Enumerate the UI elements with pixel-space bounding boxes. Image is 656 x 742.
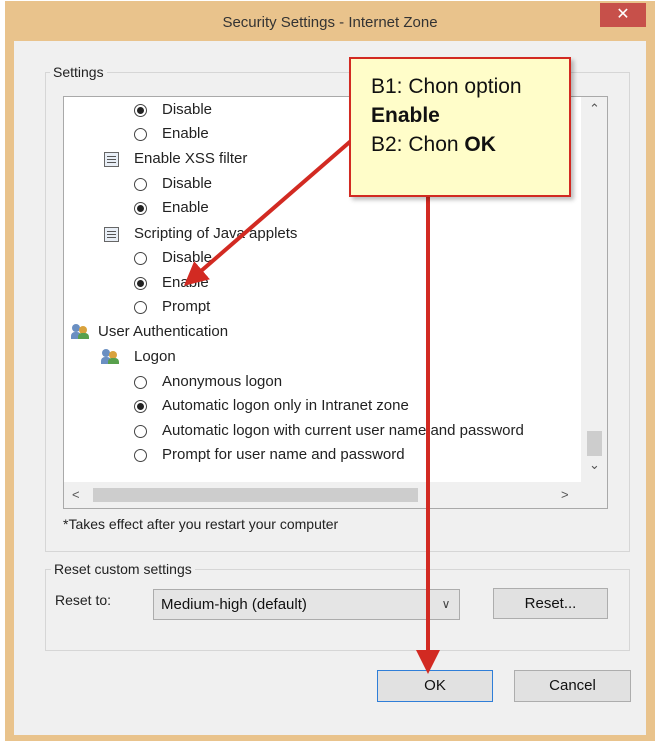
horizontal-scrollbar[interactable]: < > <box>64 482 583 508</box>
option-label: Automatic logon with current user name a… <box>162 422 524 439</box>
reset-group-label: Reset custom settings <box>51 561 195 577</box>
chevron-up-icon[interactable]: ⌃ <box>589 101 600 117</box>
chevron-right-icon[interactable]: > <box>561 487 569 502</box>
radio-button[interactable] <box>134 178 147 191</box>
close-button[interactable]: ✕ <box>600 3 646 27</box>
reset-to-label: Reset to: <box>55 592 112 608</box>
vertical-scrollbar[interactable]: ⌃ ⌄ <box>581 97 607 483</box>
callout-line-3: B2: Chon OK <box>371 130 569 159</box>
setting-heading: Scripting of Java applets <box>134 225 298 242</box>
option-label: Enable <box>162 125 209 142</box>
settings-group-label: Settings <box>50 64 107 80</box>
chevron-down-icon[interactable]: ⌄ <box>589 457 600 473</box>
reset-button[interactable]: Reset... <box>493 588 608 619</box>
radio-button[interactable] <box>134 277 147 290</box>
radio-button[interactable] <box>134 425 147 438</box>
radio-button[interactable] <box>134 376 147 389</box>
radio-button[interactable] <box>134 104 147 117</box>
annotation-callout: B1: Chon option Enable B2: Chon OK <box>349 57 571 197</box>
option-label: Disable <box>162 249 213 266</box>
option-label: Enable <box>162 199 209 216</box>
radio-button[interactable] <box>134 202 147 215</box>
radio-button[interactable] <box>134 128 147 141</box>
callout-line-3-bold: OK <box>464 133 496 156</box>
select-value: Medium-high (default) <box>161 596 307 613</box>
callout-line-1: B1: Chon option <box>371 75 522 98</box>
window-title: Security Settings - Internet Zone <box>222 14 438 31</box>
reset-level-select[interactable]: Medium-high (default) ∨ <box>153 589 460 620</box>
option-label: Prompt <box>162 298 211 315</box>
scrollbar-thumb[interactable] <box>587 431 602 456</box>
users-icon <box>101 349 119 364</box>
option-label: Disable <box>162 101 213 118</box>
settings-doc-icon <box>104 152 119 167</box>
setting-heading: Logon <box>134 348 176 365</box>
callout-line-2: Enable <box>371 104 440 127</box>
scrollbar-thumb[interactable] <box>93 488 418 502</box>
setting-heading: Enable XSS filter <box>134 150 248 167</box>
scrollbar-corner <box>581 482 607 508</box>
chevron-down-icon[interactable]: ∨ <box>433 590 459 619</box>
option-label: Prompt for user name and password <box>162 446 405 463</box>
radio-button[interactable] <box>134 301 147 314</box>
option-label: Enable <box>162 274 209 291</box>
users-icon <box>71 324 89 339</box>
ok-button[interactable]: OK <box>377 670 493 702</box>
settings-doc-icon <box>104 227 119 242</box>
radio-button[interactable] <box>134 400 147 413</box>
radio-button[interactable] <box>134 449 147 462</box>
callout-line-3-prefix: B2: Chon <box>371 133 465 156</box>
option-label: Automatic logon only in Intranet zone <box>162 397 409 414</box>
radio-button[interactable] <box>134 252 147 265</box>
setting-category: User Authentication <box>98 323 229 340</box>
restart-note: *Takes effect after you restart your com… <box>63 516 339 532</box>
option-label: Anonymous logon <box>162 373 283 390</box>
cancel-button[interactable]: Cancel <box>514 670 631 702</box>
chevron-left-icon[interactable]: < <box>72 487 80 502</box>
option-label: Disable <box>162 175 213 192</box>
title-bar[interactable]: Security Settings - Internet Zone ✕ <box>5 1 655 40</box>
